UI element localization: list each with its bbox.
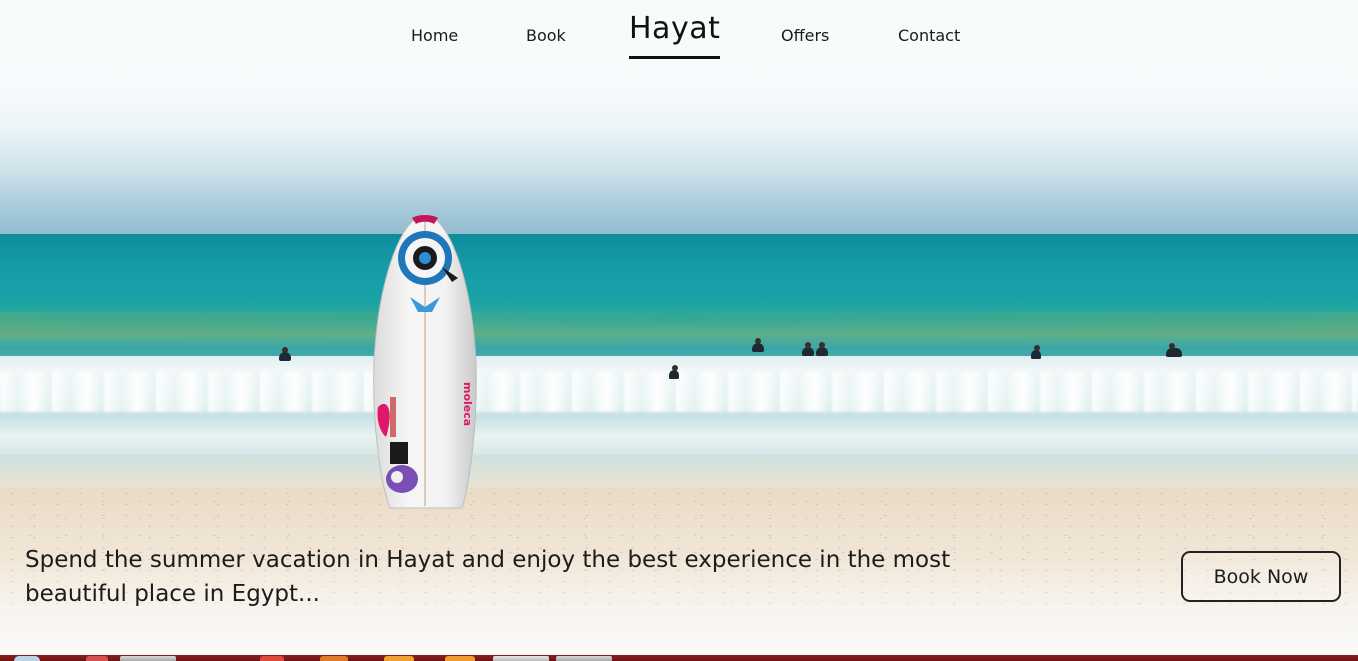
taskbar-window-button[interactable] xyxy=(556,656,612,661)
start-button-icon[interactable] xyxy=(14,656,40,661)
taskbar-window-button[interactable] xyxy=(120,656,176,661)
wave-foam xyxy=(0,372,1358,412)
swimmer xyxy=(1031,345,1041,359)
taskbar-app-icon[interactable] xyxy=(260,656,284,661)
taskbar-window-button[interactable] xyxy=(493,656,549,661)
brand-logo[interactable]: Hayat xyxy=(629,10,721,59)
main-nav: Home Book Hayat Offers Contact xyxy=(0,0,1358,70)
hero-tagline: Spend the summer vacation in Hayat and e… xyxy=(25,547,951,607)
swimmer xyxy=(669,365,679,379)
sea xyxy=(0,234,1358,374)
surfboard-image: moleca xyxy=(373,213,477,509)
taskbar-app-icon[interactable] xyxy=(384,656,414,661)
nav-contact-link[interactable]: Contact xyxy=(898,26,960,45)
nav-offers-link[interactable]: Offers xyxy=(781,26,829,45)
taskbar-app-icon[interactable] xyxy=(320,656,348,661)
swimmer xyxy=(752,338,764,352)
swimmer xyxy=(802,342,814,356)
book-now-button[interactable]: Book Now xyxy=(1181,551,1341,602)
page: moleca Home Book Hayat Offers Contact Sp… xyxy=(0,0,1358,661)
surfboard-logo: moleca xyxy=(461,382,474,426)
sea-shallows xyxy=(0,312,1358,338)
swimmer xyxy=(1166,343,1182,357)
nav-home-link[interactable]: Home xyxy=(411,26,458,45)
nav-book-link[interactable]: Book xyxy=(526,26,566,45)
os-taskbar xyxy=(0,655,1358,661)
taskbar-app-icon[interactable] xyxy=(86,656,108,661)
swimmer xyxy=(816,342,828,356)
swimmer xyxy=(279,347,291,361)
taskbar-app-icon[interactable] xyxy=(445,656,475,661)
